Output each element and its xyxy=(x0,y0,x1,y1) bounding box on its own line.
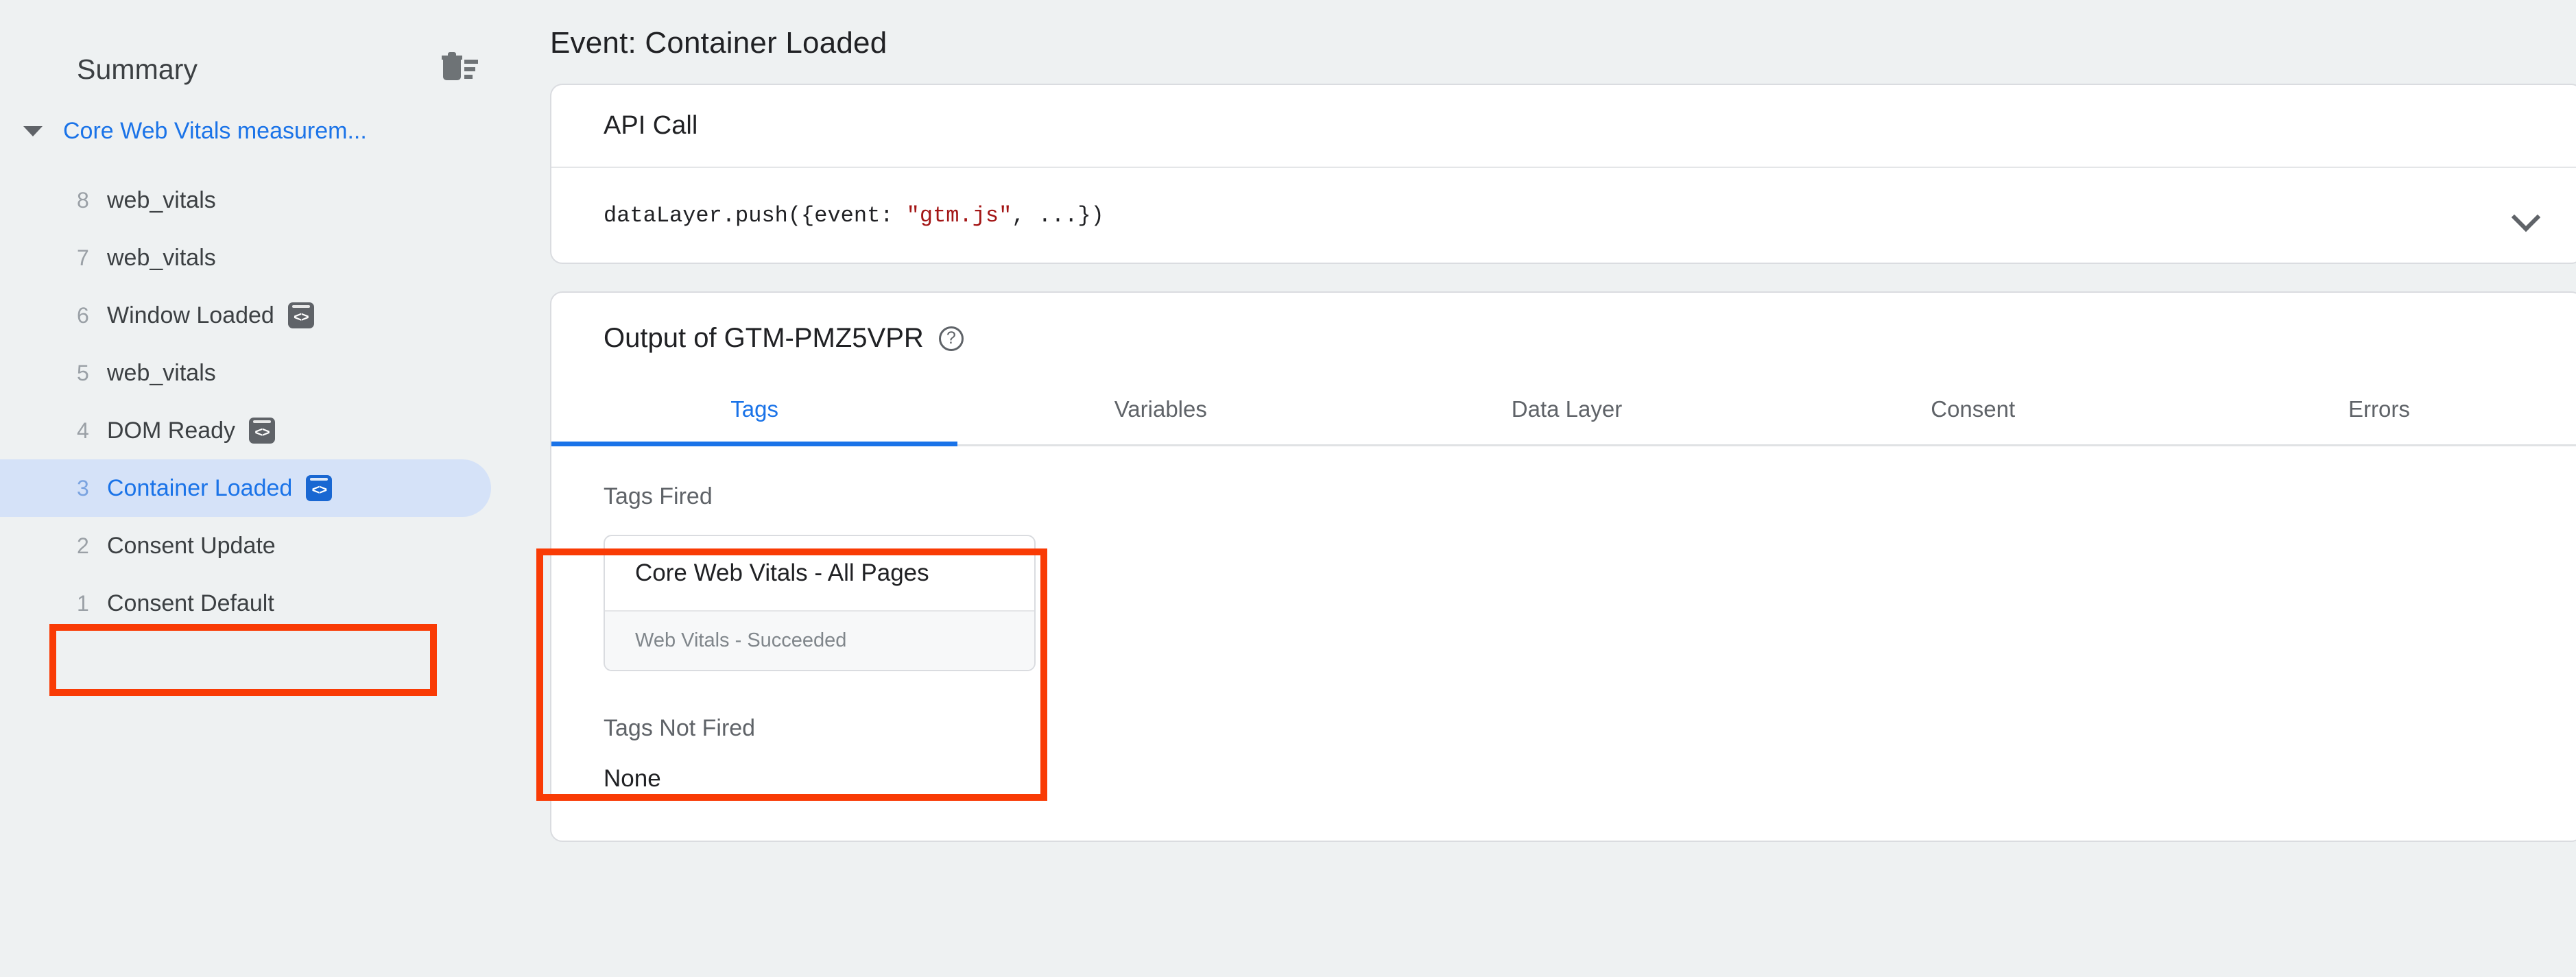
code-badge-icon: <> xyxy=(287,302,314,328)
tab-consent[interactable]: Consent xyxy=(1770,381,2176,444)
tags-fired-list: Core Web Vitals - All Pages Web Vitals - … xyxy=(604,535,2576,671)
code-suffix: , ...}) xyxy=(1012,202,1104,228)
event-label: Consent Default xyxy=(107,590,274,616)
code-badge-glyph: <> xyxy=(254,424,270,440)
code-string-literal: "gtm.js" xyxy=(906,202,1012,228)
tab-data-layer[interactable]: Data Layer xyxy=(1363,381,1769,444)
help-circle-icon[interactable]: ? xyxy=(938,326,964,351)
tags-fired-title: Tags Fired xyxy=(604,483,713,509)
event-label: Consent Update xyxy=(107,532,276,559)
event-row[interactable]: 1 Consent Default xyxy=(0,575,521,632)
event-label: web_vitals xyxy=(107,359,216,386)
api-call-code: dataLayer.push({event: "gtm.js", ...}) xyxy=(604,203,1104,228)
event-index: 4 xyxy=(77,418,89,443)
chevron-down-icon[interactable] xyxy=(2509,200,2541,231)
event-label: Window Loaded xyxy=(107,302,274,328)
event-sidebar: Summary Core Web Vitals measurem... 8 web… xyxy=(0,0,521,977)
event-group-core-web-vitals[interactable]: Core Web Vitals measurem... xyxy=(0,106,521,156)
api-call-card: API Call dataLayer.push({event: "gtm.js"… xyxy=(550,84,2576,264)
tag-card[interactable]: Core Web Vitals - All Pages Web Vitals - … xyxy=(604,535,1036,671)
event-row[interactable]: 4 DOM Ready <> xyxy=(0,402,521,459)
event-index: 7 xyxy=(77,245,89,270)
event-index: 2 xyxy=(77,533,89,558)
event-label: web_vitals xyxy=(107,244,216,271)
code-badge-icon: <> xyxy=(306,475,333,501)
tab-errors[interactable]: Errors xyxy=(2176,381,2576,444)
event-page-title: Event: Container Loaded xyxy=(550,26,887,60)
gtm-preview-window: Summary Core Web Vitals measurem... 8 web… xyxy=(0,0,2576,977)
code-badge-icon: <> xyxy=(249,418,276,444)
tag-card-name: Core Web Vitals - All Pages xyxy=(635,559,929,586)
api-call-code-row[interactable]: dataLayer.push({event: "gtm.js", ...}) xyxy=(551,168,2576,263)
delete-sweep-line-3 xyxy=(464,75,473,79)
event-index: 6 xyxy=(77,302,89,328)
event-group-label: Core Web Vitals measurem... xyxy=(63,117,367,144)
tags-not-fired-title: Tags Not Fired xyxy=(604,715,756,741)
tag-card-status: Web Vitals - Succeeded xyxy=(605,610,1034,670)
event-label: web_vitals xyxy=(107,186,216,213)
caret-down-icon[interactable] xyxy=(23,125,43,136)
event-label: Container Loaded xyxy=(107,474,293,501)
tags-not-fired-value: None xyxy=(604,765,661,792)
annotation-box-selected-event xyxy=(49,624,437,696)
sidebar-header: Summary xyxy=(0,0,521,96)
event-index: 3 xyxy=(77,475,89,500)
event-index: 5 xyxy=(77,360,89,385)
output-tabs: Tags Variables Data Layer Consent Errors xyxy=(551,381,2576,446)
event-row[interactable]: 2 Consent Update xyxy=(0,517,521,575)
event-label: DOM Ready xyxy=(107,417,236,444)
event-row[interactable]: 7 web_vitals xyxy=(0,229,521,287)
event-list: 8 web_vitals 7 web_vitals 6 Window Loaded <> 5 w… xyxy=(0,171,521,632)
delete-sweep-line-2 xyxy=(464,67,475,71)
code-prefix: dataLayer.push({event: xyxy=(604,202,907,228)
api-call-heading: API Call xyxy=(604,111,698,140)
event-row[interactable]: 5 web_vitals xyxy=(0,344,521,402)
event-index: 1 xyxy=(77,590,89,616)
output-card-heading-row: Output of GTM-PMZ5VPR ? xyxy=(551,293,2576,381)
main-content: Event: Container Loaded API Call dataLay… xyxy=(521,0,2576,977)
delete-sweep-icon[interactable] xyxy=(442,50,480,88)
tab-tags[interactable]: Tags xyxy=(551,381,958,446)
delete-sweep-line-1 xyxy=(464,60,478,64)
tab-variables[interactable]: Variables xyxy=(957,381,1363,444)
event-index: 8 xyxy=(77,187,89,213)
code-badge-glyph: <> xyxy=(294,309,309,325)
event-row[interactable]: 3 Container Loaded <> xyxy=(0,459,491,517)
code-badge-glyph: <> xyxy=(311,482,327,498)
delete-sweep-can xyxy=(443,60,461,80)
event-row[interactable]: 6 Window Loaded <> xyxy=(0,287,521,344)
event-row[interactable]: 8 web_vitals xyxy=(0,171,521,229)
page-title-summary: Summary xyxy=(77,53,198,85)
output-card: Output of GTM-PMZ5VPR ? Tags Variables Dat… xyxy=(550,291,2576,842)
output-card-heading: Output of GTM-PMZ5VPR xyxy=(604,323,924,353)
tab-panel-tags: Tags Fired Core Web Vitals - All Pages We… xyxy=(551,446,2576,841)
